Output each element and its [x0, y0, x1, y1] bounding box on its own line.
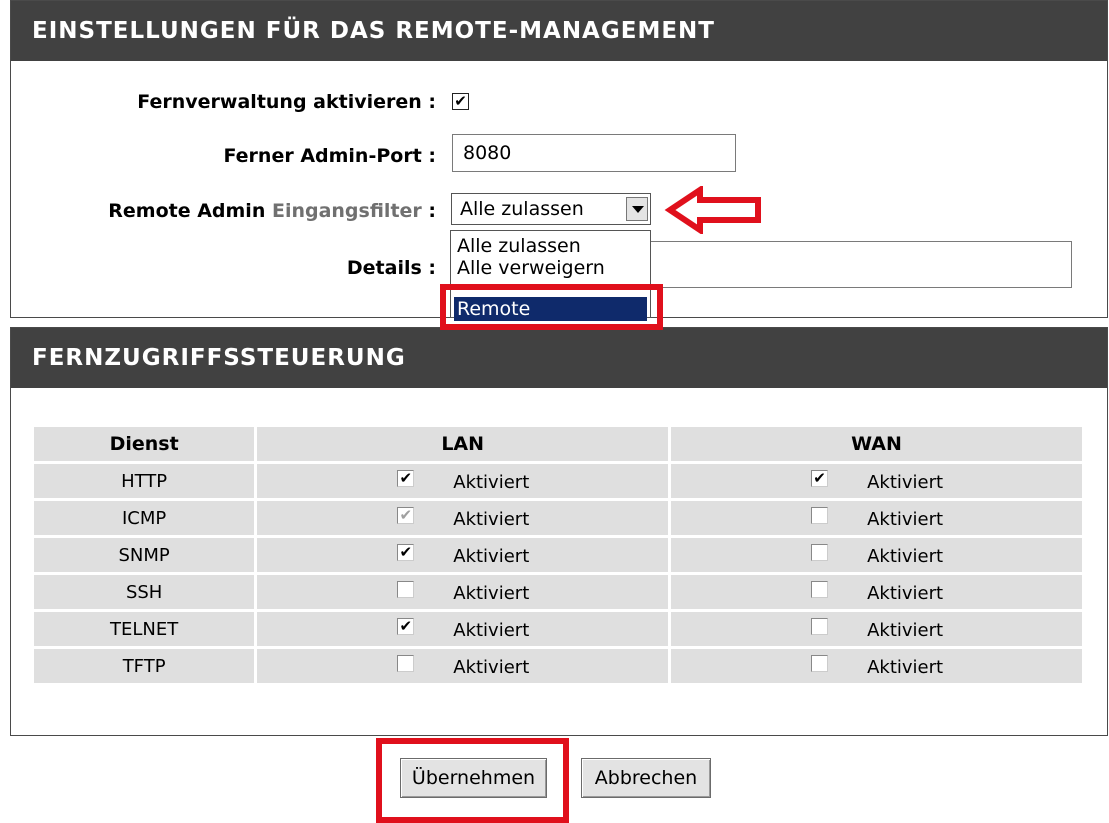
- wan-checkbox[interactable]: [811, 581, 829, 598]
- admin-port-label: Ferner Admin-Port :: [223, 145, 436, 167]
- wan-cell: Aktiviert: [671, 538, 1082, 572]
- wan-enabled-label: Aktiviert: [867, 620, 944, 641]
- wan-checkbox[interactable]: [811, 655, 829, 672]
- service-name: SNMP: [34, 538, 255, 572]
- lan-cell: Aktiviert: [257, 649, 669, 683]
- lan-enabled-label: Aktiviert: [453, 472, 530, 493]
- admin-port-input[interactable]: [452, 134, 736, 172]
- details-label: Details :: [346, 257, 436, 279]
- wan-enabled-label: Aktiviert: [867, 546, 944, 567]
- lan-cell: ✔ Aktiviert: [257, 464, 669, 498]
- wan-cell: Aktiviert: [671, 612, 1082, 646]
- annotation-highlight-apply: [376, 738, 569, 823]
- filter-select-value: Alle zulassen: [460, 198, 584, 220]
- wan-enabled-label: Aktiviert: [867, 472, 944, 493]
- filter-option-allow-all[interactable]: Alle zulassen: [457, 234, 581, 258]
- access-control-panel: FERNZUGRIFFSSTEUERUNG Dienst LAN WAN HTT…: [10, 327, 1108, 736]
- column-header-service: Dienst: [34, 427, 255, 461]
- lan-cell: ✔ Aktiviert: [257, 501, 669, 535]
- lan-checkbox: ✔: [397, 507, 415, 524]
- table-header-row: Dienst LAN WAN: [34, 427, 1082, 461]
- column-header-wan: WAN: [671, 427, 1082, 461]
- annotation-arrow-icon: [664, 186, 761, 234]
- lan-enabled-label: Aktiviert: [453, 546, 530, 567]
- wan-checkbox[interactable]: [811, 507, 829, 524]
- table-row: SNMP ✔ Aktiviert Aktiviert: [34, 538, 1082, 572]
- service-name: TFTP: [34, 649, 255, 683]
- filter-option-deny-all[interactable]: Alle verweigern: [457, 256, 605, 278]
- lan-enabled-label: Aktiviert: [453, 657, 530, 678]
- lan-checkbox[interactable]: ✔: [397, 618, 415, 635]
- annotation-highlight-remote: [440, 284, 663, 330]
- wan-cell: Aktiviert: [671, 501, 1082, 535]
- lan-checkbox[interactable]: ✔: [397, 470, 415, 487]
- wan-checkbox[interactable]: [811, 618, 829, 635]
- chevron-down-icon[interactable]: [626, 197, 648, 221]
- service-name: ICMP: [34, 501, 255, 535]
- lan-enabled-label: Aktiviert: [453, 620, 530, 641]
- lan-cell: Aktiviert: [257, 575, 669, 609]
- wan-checkbox[interactable]: [811, 544, 829, 561]
- service-name: HTTP: [34, 464, 255, 498]
- access-control-table: Dienst LAN WAN HTTP ✔ Aktiviert ✔ Aktiviert I…: [31, 424, 1085, 686]
- lan-enabled-label: Aktiviert: [453, 509, 530, 530]
- lan-checkbox[interactable]: [397, 655, 415, 672]
- lan-checkbox[interactable]: [397, 581, 415, 598]
- access-control-header: FERNZUGRIFFSSTEUERUNG: [11, 328, 1107, 388]
- wan-enabled-label: Aktiviert: [867, 509, 944, 530]
- wan-cell: ✔ Aktiviert: [671, 464, 1082, 498]
- filter-select[interactable]: Alle zulassen: [451, 193, 651, 225]
- table-row: SSH Aktiviert Aktiviert: [34, 575, 1082, 609]
- lan-checkbox[interactable]: ✔: [397, 544, 415, 561]
- table-row: TELNET ✔ Aktiviert Aktiviert: [34, 612, 1082, 646]
- wan-enabled-label: Aktiviert: [867, 583, 944, 604]
- wan-cell: Aktiviert: [671, 575, 1082, 609]
- lan-cell: ✔ Aktiviert: [257, 612, 669, 646]
- table-row: TFTP Aktiviert Aktiviert: [34, 649, 1082, 683]
- filter-label: Remote Admin Eingangsfilter :: [108, 200, 436, 222]
- enable-remote-label: Fernverwaltung aktivieren :: [137, 91, 436, 113]
- wan-checkbox[interactable]: ✔: [811, 470, 829, 487]
- table-row: HTTP ✔ Aktiviert ✔ Aktiviert: [34, 464, 1082, 498]
- remote-management-header: EINSTELLUNGEN FÜR DAS REMOTE-MANAGEMENT: [11, 1, 1107, 61]
- wan-cell: Aktiviert: [671, 649, 1082, 683]
- cancel-button[interactable]: Abbrechen: [581, 758, 711, 798]
- lan-cell: ✔ Aktiviert: [257, 538, 669, 572]
- lan-enabled-label: Aktiviert: [453, 583, 530, 604]
- service-name: SSH: [34, 575, 255, 609]
- table-row: ICMP ✔ Aktiviert Aktiviert: [34, 501, 1082, 535]
- wan-enabled-label: Aktiviert: [867, 657, 944, 678]
- service-name: TELNET: [34, 612, 255, 646]
- enable-remote-checkbox[interactable]: ✔: [452, 93, 469, 110]
- column-header-lan: LAN: [257, 427, 669, 461]
